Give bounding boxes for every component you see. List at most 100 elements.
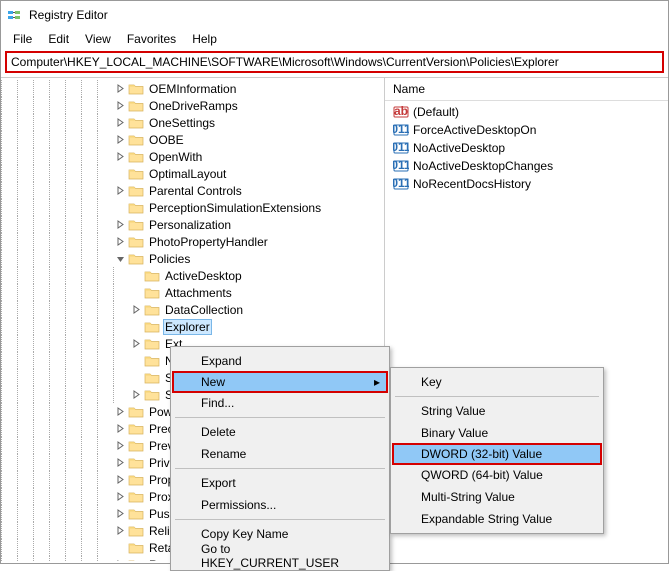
expander-icon[interactable]: [113, 439, 127, 453]
new-submenu: Key String ValueBinary ValueDWORD (32-bit…: [390, 367, 604, 534]
menu-item[interactable]: Expandable String Value: [393, 508, 601, 530]
folder-icon: [128, 507, 144, 521]
expander-icon[interactable]: [113, 99, 127, 113]
menu-item[interactable]: String Value: [393, 400, 601, 422]
expander-icon[interactable]: [113, 473, 127, 487]
tree-item[interactable]: DataCollection: [1, 301, 384, 318]
tree-item[interactable]: OneSettings: [1, 114, 384, 131]
expander-icon[interactable]: [113, 184, 127, 198]
folder-icon: [128, 252, 144, 266]
svg-text:011: 011: [393, 158, 409, 172]
expander-icon[interactable]: [113, 541, 127, 555]
value-name: NoRecentDocsHistory: [413, 177, 531, 191]
menu-favorites[interactable]: Favorites: [119, 30, 184, 48]
expander-icon[interactable]: [113, 235, 127, 249]
menu-edit[interactable]: Edit: [40, 30, 77, 48]
expander-icon[interactable]: [113, 456, 127, 470]
tree-item[interactable]: OOBE: [1, 131, 384, 148]
folder-icon: [144, 337, 160, 351]
folder-icon: [128, 439, 144, 453]
folder-icon: [144, 371, 160, 385]
value-row[interactable]: 011NoRecentDocsHistory: [389, 175, 664, 193]
tree-item[interactable]: ActiveDesktop: [1, 267, 384, 284]
tree-item[interactable]: OpenWith: [1, 148, 384, 165]
expander-icon[interactable]: [113, 116, 127, 130]
menu-file[interactable]: File: [5, 30, 40, 48]
folder-icon: [128, 99, 144, 113]
value-row[interactable]: 011NoActiveDesktop: [389, 139, 664, 157]
folder-icon: [128, 490, 144, 504]
expander-icon[interactable]: [113, 558, 127, 562]
value-row[interactable]: 011 ForceActiveDesktopOn: [389, 121, 664, 139]
value-row[interactable]: ab(Default): [389, 103, 664, 121]
expander-icon[interactable]: [113, 524, 127, 538]
tree-item[interactable]: PerceptionSimulationExtensions: [1, 199, 384, 216]
value-type-icon: 011: [393, 140, 409, 156]
expander-icon[interactable]: [113, 218, 127, 232]
expander-icon[interactable]: [113, 82, 127, 96]
column-header-name[interactable]: Name: [385, 78, 668, 101]
menu-item[interactable]: Export: [173, 472, 387, 494]
tree-label: Parental Controls: [147, 184, 244, 198]
expander-icon[interactable]: [113, 507, 127, 521]
tree-item[interactable]: OEMInformation: [1, 80, 384, 97]
expander-icon[interactable]: [129, 320, 143, 334]
folder-icon: [128, 473, 144, 487]
menu-item[interactable]: Binary Value: [393, 422, 601, 444]
menu-item[interactable]: DWORD (32-bit) Value: [392, 443, 602, 465]
tree-label: OOBE: [147, 133, 186, 147]
menu-view[interactable]: View: [77, 30, 119, 48]
menu-item[interactable]: Rename: [173, 443, 387, 465]
folder-icon: [144, 388, 160, 402]
value-row[interactable]: 011NoActiveDesktopChanges: [389, 157, 664, 175]
expander-icon[interactable]: [129, 354, 143, 368]
svg-text:011: 011: [393, 122, 409, 136]
expander-icon[interactable]: [113, 150, 127, 164]
expander-icon[interactable]: [129, 286, 143, 300]
tree-item[interactable]: Attachments: [1, 284, 384, 301]
expander-icon[interactable]: [113, 490, 127, 504]
expander-icon[interactable]: [129, 388, 143, 402]
menu-item[interactable]: New▸: [172, 371, 388, 393]
expander-icon[interactable]: [113, 252, 127, 266]
tree-label: Attachments: [163, 286, 234, 300]
menu-item[interactable]: QWORD (64-bit) Value: [393, 464, 601, 486]
window-title: Registry Editor: [29, 8, 662, 22]
menu-item[interactable]: Find...: [173, 392, 387, 414]
menu-item[interactable]: Expand: [173, 350, 387, 372]
address-bar[interactable]: Computer\HKEY_LOCAL_MACHINE\SOFTWARE\Mic…: [5, 51, 664, 73]
expander-icon[interactable]: [129, 337, 143, 351]
expander-icon[interactable]: [129, 371, 143, 385]
expander-icon[interactable]: [129, 269, 143, 283]
folder-icon: [128, 167, 144, 181]
svg-text:ab: ab: [394, 104, 408, 118]
menu-label: Rename: [201, 447, 246, 461]
expander-icon[interactable]: [113, 422, 127, 436]
tree-item[interactable]: Explorer: [1, 318, 384, 335]
menu-item[interactable]: Key: [393, 371, 601, 393]
menu-label: Go to HKEY_CURRENT_USER: [201, 542, 367, 570]
expander-icon[interactable]: [113, 133, 127, 147]
value-name: ForceActiveDesktopOn: [413, 123, 536, 137]
menu-item[interactable]: Delete: [173, 421, 387, 443]
value-type-icon: 011: [393, 158, 409, 174]
menubar: File Edit View Favorites Help: [1, 29, 668, 49]
tree-label: OneSettings: [147, 116, 217, 130]
tree-item[interactable]: Policies: [1, 250, 384, 267]
tree-item[interactable]: Personalization: [1, 216, 384, 233]
expander-icon[interactable]: [113, 405, 127, 419]
menu-item[interactable]: Multi-String Value: [393, 486, 601, 508]
tree-item[interactable]: OneDriveRamps: [1, 97, 384, 114]
folder-icon: [144, 320, 160, 334]
submenu-arrow-icon: ▸: [374, 375, 380, 389]
menu-label: Expandable String Value: [421, 512, 552, 526]
menu-item[interactable]: Permissions...: [173, 494, 387, 516]
tree-item[interactable]: Parental Controls: [1, 182, 384, 199]
menu-label: Copy Key Name: [201, 527, 288, 541]
expander-icon[interactable]: [113, 167, 127, 181]
tree-item[interactable]: OptimalLayout: [1, 165, 384, 182]
expander-icon[interactable]: [113, 201, 127, 215]
expander-icon[interactable]: [129, 303, 143, 317]
menu-help[interactable]: Help: [184, 30, 225, 48]
tree-item[interactable]: PhotoPropertyHandler: [1, 233, 384, 250]
